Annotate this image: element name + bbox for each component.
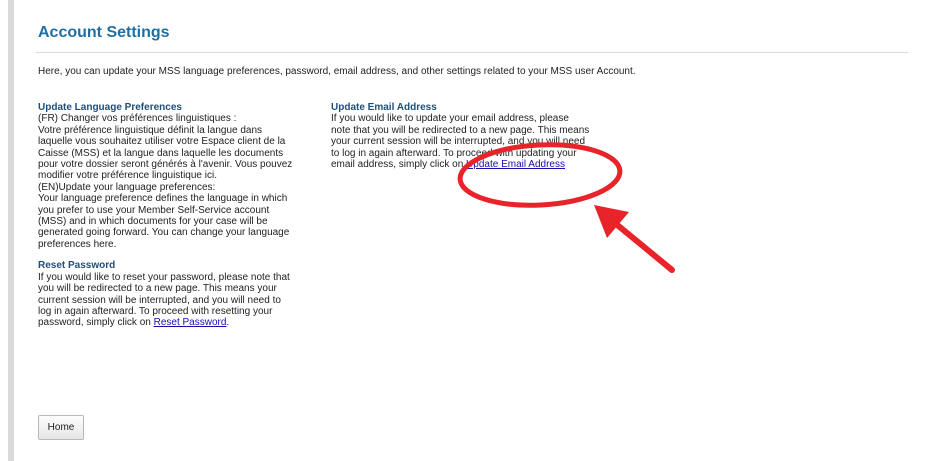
email-body: If you would like to update your email a… bbox=[331, 113, 623, 170]
left-border bbox=[8, 0, 14, 461]
password-body: If you would like to reset your password… bbox=[38, 272, 328, 329]
page-title: Account Settings bbox=[38, 24, 170, 41]
account-settings-page: Account Settings Here, you can update yo… bbox=[0, 0, 927, 461]
left-column: Update Language Preferences (FR) Changer… bbox=[38, 102, 328, 329]
language-body: (FR) Changer vos préférences linguistiqu… bbox=[38, 113, 293, 250]
email-heading: Update Email Address bbox=[331, 102, 437, 113]
update-email-link[interactable]: Update Email Address bbox=[466, 159, 565, 170]
language-heading: Update Language Preferences bbox=[38, 102, 182, 113]
title-divider bbox=[36, 52, 908, 53]
password-heading: Reset Password bbox=[38, 260, 116, 272]
reset-password-link[interactable]: Reset Password bbox=[154, 317, 227, 328]
home-button[interactable]: Home bbox=[38, 415, 84, 440]
intro-text: Here, you can update your MSS language p… bbox=[38, 66, 636, 77]
password-text-end: . bbox=[226, 317, 230, 329]
right-column: Update Email Address If you would like t… bbox=[331, 102, 623, 170]
annotation-arrow-head bbox=[594, 205, 629, 238]
annotation-arrow-shaft bbox=[601, 211, 675, 273]
